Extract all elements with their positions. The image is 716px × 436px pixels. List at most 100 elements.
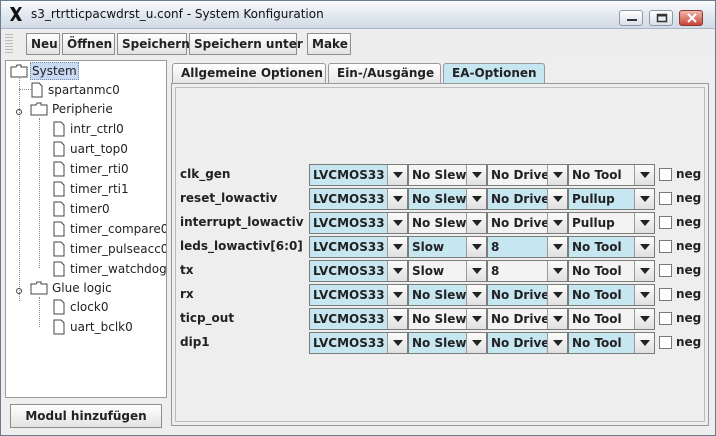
dropdown-arrow-button[interactable]: [547, 213, 567, 233]
neg-checkbox[interactable]: [659, 216, 672, 229]
dropdown-arrow-button[interactable]: [634, 285, 654, 305]
neg-checkbox[interactable]: [659, 264, 672, 277]
tree-item-uart-bclk0[interactable]: uart_bclk0: [52, 318, 162, 336]
tree-item-glue-logic[interactable]: Glue logic: [30, 279, 160, 297]
dropdown-arrow-button[interactable]: [466, 309, 486, 329]
tab-io-options[interactable]: EA-Optionen: [443, 63, 545, 84]
tree-item-timer-watchdog0[interactable]: timer_watchdog0: [52, 260, 166, 278]
dropdown-arrow-button[interactable]: [387, 213, 407, 233]
slew-rate-select[interactable]: No Slew: [408, 188, 487, 210]
add-module-button[interactable]: Modul hinzufügen: [10, 404, 162, 428]
dropdown-arrow-button[interactable]: [387, 165, 407, 185]
tree-item-system[interactable]: System: [10, 62, 160, 80]
drive-strength-select[interactable]: No Drive: [487, 212, 568, 234]
io-standard-select[interactable]: LVCMOS33: [309, 188, 408, 210]
collapse-toggle-icon[interactable]: [15, 284, 23, 294]
slew-rate-select[interactable]: No Slew: [408, 284, 487, 306]
dropdown-arrow-button[interactable]: [634, 213, 654, 233]
io-standard-select[interactable]: LVCMOS33: [309, 164, 408, 186]
tree-item-clock0[interactable]: clock0: [52, 298, 162, 316]
drive-strength-select[interactable]: 8: [487, 236, 568, 258]
tree-item-timer0[interactable]: timer0: [52, 200, 162, 218]
dropdown-arrow-button[interactable]: [466, 333, 486, 353]
dropdown-arrow-button[interactable]: [466, 213, 486, 233]
drive-strength-select[interactable]: No Drive: [487, 164, 568, 186]
tree-item-timer-rti0[interactable]: timer_rti0: [52, 160, 162, 178]
close-button[interactable]: [679, 10, 703, 26]
drive-strength-select[interactable]: No Drive: [487, 308, 568, 330]
dropdown-arrow-button[interactable]: [547, 165, 567, 185]
dropdown-arrow-button[interactable]: [466, 261, 486, 281]
pull-tool-select[interactable]: No Tool: [568, 308, 655, 330]
slew-rate-select[interactable]: No Slew: [408, 164, 487, 186]
dropdown-arrow-button[interactable]: [387, 189, 407, 209]
slew-rate-select[interactable]: No Slew: [408, 212, 487, 234]
slew-rate-select[interactable]: No Slew: [408, 332, 487, 354]
dropdown-arrow-button[interactable]: [547, 261, 567, 281]
pull-tool-select[interactable]: No Tool: [568, 260, 655, 282]
io-standard-select[interactable]: LVCMOS33: [309, 260, 408, 282]
dropdown-arrow-button[interactable]: [634, 333, 654, 353]
slew-rate-select[interactable]: No Slew: [408, 308, 487, 330]
pull-tool-select[interactable]: No Tool: [568, 332, 655, 354]
dropdown-arrow-button[interactable]: [634, 165, 654, 185]
module-tree[interactable]: System spartanmc0 Peripherie intr_ctrl0 …: [5, 60, 167, 398]
dropdown-arrow-button[interactable]: [547, 189, 567, 209]
tab-inputs-outputs[interactable]: Ein-/Ausgänge: [328, 63, 441, 83]
drive-strength-select[interactable]: No Drive: [487, 188, 568, 210]
dropdown-arrow-button[interactable]: [466, 165, 486, 185]
pull-tool-select[interactable]: No Tool: [568, 236, 655, 258]
pull-tool-select[interactable]: No Tool: [568, 164, 655, 186]
open-button[interactable]: Öffnen: [62, 33, 115, 55]
pull-tool-select[interactable]: Pullup: [568, 212, 655, 234]
maximize-button[interactable]: [649, 10, 673, 26]
neg-checkbox[interactable]: [659, 312, 672, 325]
dropdown-arrow-button[interactable]: [387, 261, 407, 281]
tab-general-options[interactable]: Allgemeine Optionen: [172, 63, 326, 83]
neg-checkbox[interactable]: [659, 336, 672, 349]
dropdown-arrow-button[interactable]: [466, 237, 486, 257]
dropdown-arrow-button[interactable]: [634, 261, 654, 281]
dropdown-arrow-button[interactable]: [547, 285, 567, 305]
slew-rate-select[interactable]: Slow: [408, 260, 487, 282]
save-button[interactable]: Speichern: [117, 33, 190, 55]
io-standard-select[interactable]: LVCMOS33: [309, 284, 408, 306]
neg-checkbox[interactable]: [659, 192, 672, 205]
drive-strength-select[interactable]: 8: [487, 260, 568, 282]
dropdown-arrow-button[interactable]: [387, 309, 407, 329]
io-standard-select[interactable]: LVCMOS33: [309, 236, 408, 258]
slew-rate-select[interactable]: Slow: [408, 236, 487, 258]
io-standard-select[interactable]: LVCMOS33: [309, 332, 408, 354]
dropdown-arrow-button[interactable]: [634, 237, 654, 257]
neg-checkbox[interactable]: [659, 240, 672, 253]
tree-item-spartanmc0[interactable]: spartanmc0: [30, 81, 160, 99]
io-standard-select[interactable]: LVCMOS33: [309, 212, 408, 234]
new-button[interactable]: Neu: [26, 33, 60, 55]
dropdown-arrow-button[interactable]: [387, 285, 407, 305]
tree-item-timer-pulseacc0[interactable]: timer_pulseacc0: [52, 240, 166, 258]
dropdown-arrow-button[interactable]: [547, 309, 567, 329]
io-standard-select[interactable]: LVCMOS33: [309, 308, 408, 330]
drive-strength-select[interactable]: No Drive: [487, 332, 568, 354]
drive-strength-select[interactable]: No Drive: [487, 284, 568, 306]
neg-checkbox[interactable]: [659, 168, 672, 181]
make-button[interactable]: Make: [307, 33, 351, 55]
pull-tool-select[interactable]: No Tool: [568, 284, 655, 306]
neg-checkbox[interactable]: [659, 288, 672, 301]
tree-item-uart-top0[interactable]: uart_top0: [52, 140, 162, 158]
dropdown-arrow-button[interactable]: [547, 237, 567, 257]
save-as-button[interactable]: Speichern unter: [189, 33, 303, 55]
collapse-toggle-icon[interactable]: [15, 105, 23, 115]
pull-tool-select[interactable]: Pullup: [568, 188, 655, 210]
tree-item-intr-ctrl0[interactable]: intr_ctrl0: [52, 120, 162, 138]
dropdown-arrow-button[interactable]: [387, 333, 407, 353]
dropdown-arrow-button[interactable]: [466, 189, 486, 209]
dropdown-arrow-button[interactable]: [634, 309, 654, 329]
toolbar-grip[interactable]: [5, 34, 13, 54]
tree-item-timer-rti1[interactable]: timer_rti1: [52, 180, 162, 198]
dropdown-arrow-button[interactable]: [387, 237, 407, 257]
tree-item-peripherie[interactable]: Peripherie: [30, 100, 160, 118]
dropdown-arrow-button[interactable]: [547, 333, 567, 353]
tree-item-timer-compare0[interactable]: timer_compare0: [52, 220, 166, 238]
minimize-button[interactable]: [619, 10, 643, 26]
